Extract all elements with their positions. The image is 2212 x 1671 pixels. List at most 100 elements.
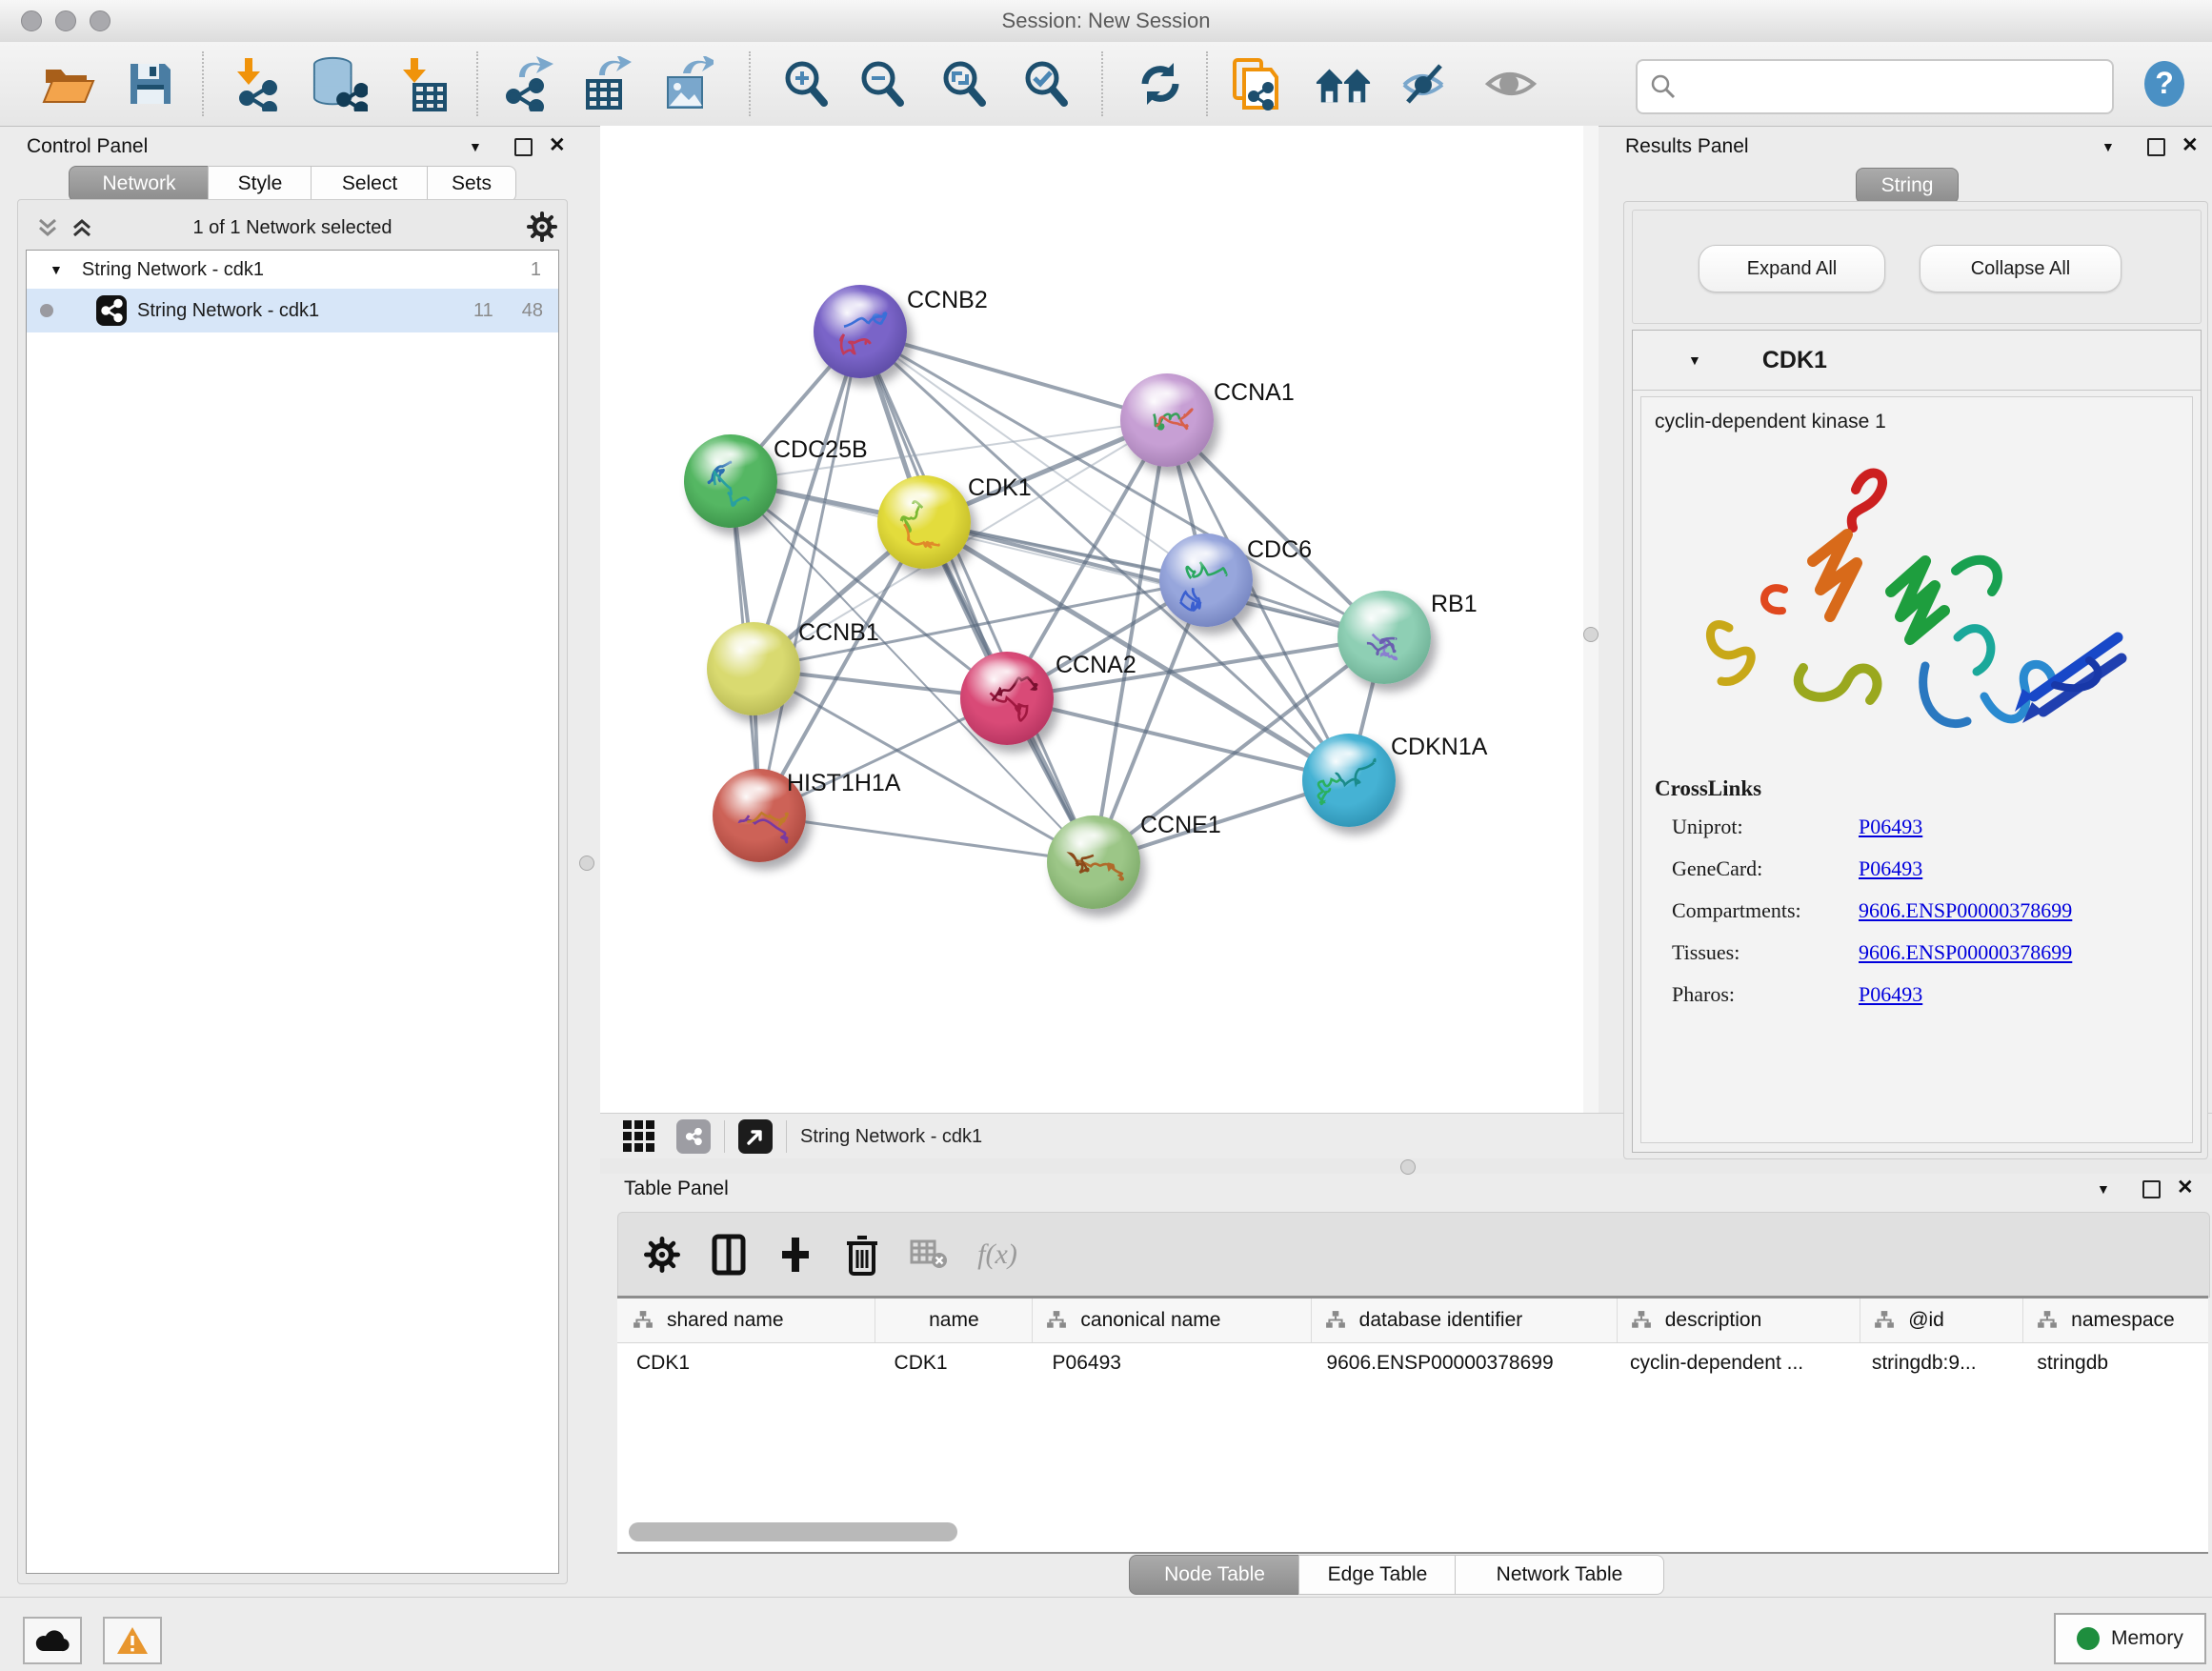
column-header-description[interactable]: description [1618,1299,1860,1342]
column-header-namespace[interactable]: namespace [2023,1299,2208,1342]
entry-header-row[interactable]: ▼ CDK1 [1633,331,2201,391]
column-header-database-identifier[interactable]: database identifier [1312,1299,1618,1342]
column-header-name[interactable]: name [875,1299,1033,1342]
import-network-database-button[interactable] [311,55,368,112]
entry-collapse-icon[interactable]: ▼ [1688,352,1701,368]
collapse-all-button[interactable]: Collapse All [1920,245,2122,292]
cell-canonical-name[interactable]: P06493 [1039,1343,1310,1383]
tab-string[interactable]: String [1856,168,1959,204]
crosslink-pharos-link[interactable]: P06493 [1859,982,2188,1007]
crosslink-label: Compartments: [1672,898,1859,923]
network-node-CCNA1[interactable] [1120,373,1214,467]
help-button[interactable]: ? [2136,55,2193,112]
cell-description[interactable]: cyclin-dependent ... [1609,1343,1855,1383]
export-network-button[interactable] [499,55,556,112]
import-table-button[interactable] [396,55,453,112]
table-options-button[interactable] [635,1228,689,1281]
birdseye-grid-icon[interactable] [621,1118,657,1155]
delete-column-button[interactable] [835,1228,889,1281]
node-table[interactable]: shared name name canonical name [617,1296,2208,1554]
warning-status-button[interactable] [103,1617,162,1664]
table-row[interactable]: CDK1 CDK1 P06493 9606.ENSP00000378699 cy… [617,1343,2208,1383]
network-node-CCNA2[interactable] [960,652,1054,745]
duplicate-network-button[interactable] [1227,55,1284,112]
table-scrollbar-thumb[interactable] [629,1522,957,1541]
save-session-button[interactable] [122,55,179,112]
zoom-selected-button[interactable] [1017,55,1075,112]
cloud-status-button[interactable] [23,1617,82,1664]
tab-select[interactable]: Select [311,166,429,202]
tab-network-table[interactable]: Network Table [1455,1555,1664,1595]
right-splitter[interactable] [1583,126,1599,1158]
column-header-shared-name[interactable]: shared name [617,1299,875,1342]
crosslink-genecard-link[interactable]: P06493 [1859,856,2188,881]
memory-button[interactable]: Memory [2054,1613,2206,1664]
cell-id[interactable]: stringdb:9... [1855,1343,2022,1383]
bottom-splitter[interactable] [600,1158,2212,1174]
network-node-CDC6[interactable] [1159,534,1253,627]
show-columns-button[interactable] [702,1228,755,1281]
table-panel-float-icon[interactable] [2142,1180,2161,1198]
show-panel-button[interactable] [1482,55,1539,112]
left-splitter-handle[interactable] [579,856,594,871]
collection-expand-icon[interactable]: ▼ [50,262,63,277]
network-node-CDC25B[interactable] [684,434,777,528]
bottom-splitter-handle[interactable] [1400,1159,1416,1175]
network-node-CCNB1[interactable] [707,622,800,715]
results-panel-close-icon[interactable]: ✕ [2182,138,2199,152]
column-header-canonical-name[interactable]: canonical name [1033,1299,1311,1342]
cell-name[interactable]: CDK1 [875,1343,1039,1383]
crosslink-uniprot-link[interactable]: P06493 [1859,815,2188,839]
network-edge-CCNB2-HIST1H1A[interactable] [759,332,860,815]
search-input[interactable] [1685,75,2112,99]
houses-button[interactable] [1315,55,1372,112]
crosslink-compartments-link[interactable]: 9606.ENSP00000378699 [1859,898,2188,923]
network-options-gear-icon[interactable] [527,211,557,242]
zoom-out-button[interactable] [854,55,911,112]
network-canvas[interactable]: CCNB2CCNA1CDC25BCDK1CDC6RB1CCNB1CCNA2CDK… [600,126,1583,1113]
import-network-button[interactable] [231,55,288,112]
cell-shared-name[interactable]: CDK1 [617,1343,875,1383]
network-edge-CDK1-RB1[interactable] [924,522,1384,637]
results-panel-float-icon[interactable] [2147,138,2165,156]
network-node-CCNE1[interactable] [1047,815,1140,909]
right-splitter-handle[interactable] [1583,627,1599,642]
hide-panel-button[interactable] [1398,55,1456,112]
network-row-selected[interactable]: String Network - cdk1 11 48 [27,289,558,332]
open-session-button[interactable] [40,55,97,112]
table-horizontal-scrollbar[interactable] [629,1522,2197,1541]
network-node-CDK1[interactable] [877,475,971,569]
network-edge-HIST1H1A-CCNE1[interactable] [759,815,1094,862]
cell-database-identifier[interactable]: 9606.ENSP00000378699 [1309,1343,1609,1383]
zoom-fit-button[interactable] [935,55,993,112]
expand-all-button[interactable]: Expand All [1699,245,1885,292]
control-panel-close-icon[interactable]: ✕ [549,138,566,152]
add-column-button[interactable] [769,1228,822,1281]
warning-triangle-icon [116,1626,149,1655]
export-table-button[interactable] [577,55,634,112]
goto-network-button[interactable] [738,1119,773,1154]
table-panel-menu-icon[interactable]: ▼ [2097,1181,2110,1197]
table-panel-close-icon[interactable]: ✕ [2177,1180,2194,1195]
results-panel-menu-icon[interactable]: ▼ [2101,139,2115,154]
control-panel-menu-icon[interactable]: ▼ [469,139,482,154]
delete-table-button[interactable] [902,1228,955,1281]
export-image-button[interactable] [659,55,716,112]
network-share-toggle-button[interactable] [676,1119,711,1154]
network-node-RB1[interactable] [1337,591,1431,684]
network-node-CDKN1A[interactable] [1302,734,1396,827]
control-panel-float-icon[interactable] [514,138,533,156]
network-node-CCNB2[interactable] [814,285,907,378]
column-header-id[interactable]: @id [1860,1299,2023,1342]
function-builder-button[interactable]: f(x) [971,1228,1024,1281]
cell-namespace[interactable]: stringdb [2021,1343,2208,1383]
tab-sets[interactable]: Sets [427,166,516,202]
tab-edge-table[interactable]: Edge Table [1298,1555,1457,1595]
refresh-button[interactable] [1132,55,1189,112]
network-collection-row[interactable]: ▼ String Network - cdk1 1 [27,251,558,289]
zoom-in-button[interactable] [777,55,835,112]
tab-node-table[interactable]: Node Table [1129,1555,1300,1595]
tab-style[interactable]: Style [208,166,312,202]
tab-network[interactable]: Network [69,166,210,202]
crosslink-tissues-link[interactable]: 9606.ENSP00000378699 [1859,940,2188,965]
